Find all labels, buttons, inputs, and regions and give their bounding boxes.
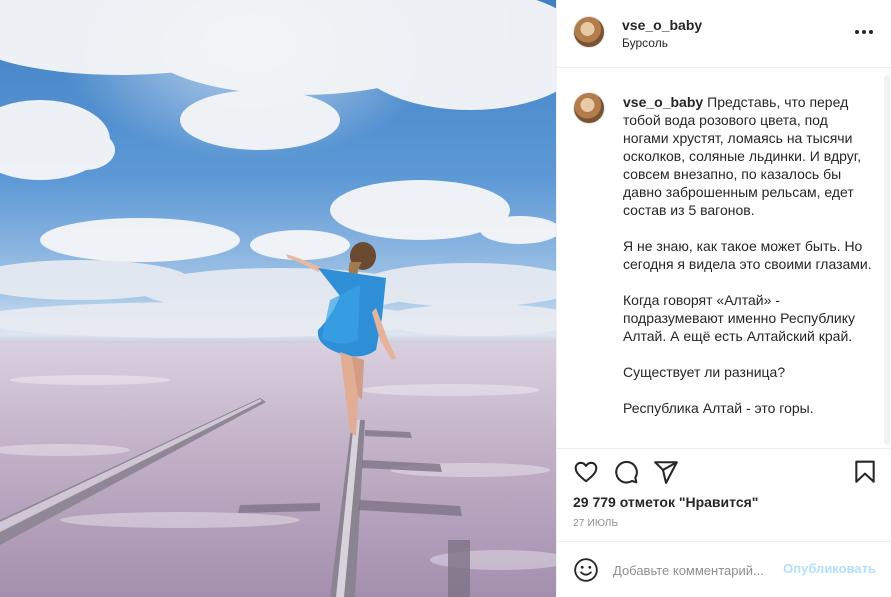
smiley-icon[interactable] bbox=[573, 557, 599, 583]
likes-count[interactable]: 29 779 отметок "Нравится" bbox=[573, 494, 758, 510]
comments-section[interactable]: vse_o_baby Представь, что перед тобой вод… bbox=[557, 69, 891, 447]
comment-input[interactable] bbox=[613, 560, 781, 580]
caption-paragraph: Представь, что перед тобой вода розового… bbox=[623, 94, 862, 218]
more-options-icon[interactable] bbox=[852, 24, 876, 40]
caption-username[interactable]: vse_o_baby bbox=[623, 94, 703, 110]
post-side-panel: vse_o_baby Бурсоль vse_o_baby Представь, … bbox=[556, 0, 891, 597]
publish-button[interactable]: Опубликовать bbox=[783, 561, 876, 576]
author-username[interactable]: vse_o_baby bbox=[622, 17, 702, 33]
add-comment-bar: Опубликовать bbox=[557, 541, 891, 597]
paper-plane-icon[interactable] bbox=[653, 459, 679, 485]
author-avatar[interactable] bbox=[573, 16, 605, 48]
post-photo[interactable] bbox=[0, 0, 556, 597]
post-location[interactable]: Бурсоль bbox=[622, 36, 668, 50]
heart-icon[interactable] bbox=[573, 459, 599, 485]
bookmark-icon[interactable] bbox=[852, 459, 878, 485]
caption-paragraph: Республика Алтай - это горы. bbox=[623, 400, 814, 416]
caption-avatar[interactable] bbox=[573, 92, 605, 124]
caption-paragraph: Когда говорят «Алтай» - подразумевают им… bbox=[623, 292, 855, 344]
action-bar bbox=[557, 448, 891, 494]
comments-scrollbar[interactable] bbox=[884, 75, 890, 445]
caption-paragraph: Существует ли разница? bbox=[623, 364, 786, 380]
caption-paragraph: Я не знаю, как такое может быть. Но сего… bbox=[623, 238, 872, 272]
post-date[interactable]: 27 ИЮЛЬ bbox=[573, 518, 618, 529]
speech-bubble-icon[interactable] bbox=[613, 459, 639, 485]
post-caption: vse_o_baby Представь, что перед тобой вод… bbox=[623, 93, 875, 435]
post-header: vse_o_baby Бурсоль bbox=[557, 0, 891, 68]
photo-scene bbox=[0, 0, 556, 597]
